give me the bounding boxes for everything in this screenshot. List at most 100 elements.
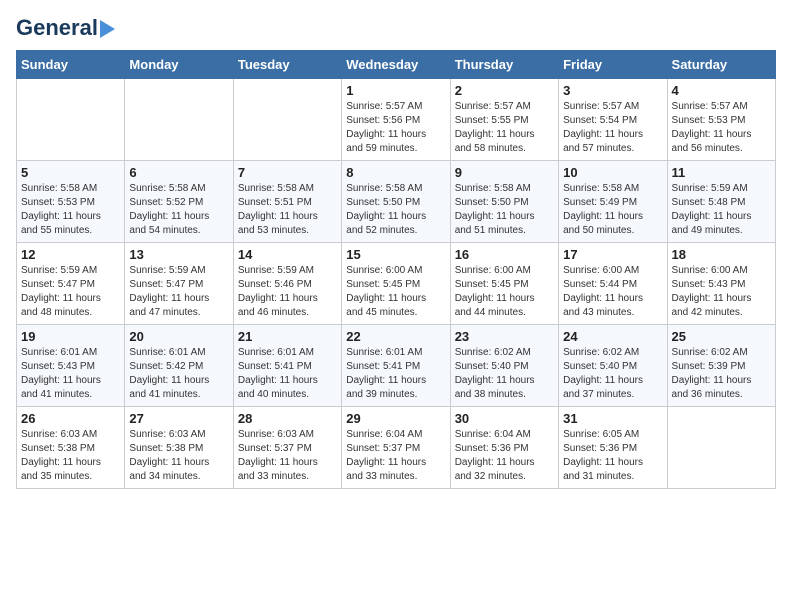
calendar-cell: 31Sunrise: 6:05 AM Sunset: 5:36 PM Dayli… <box>559 407 667 489</box>
day-number: 2 <box>455 83 554 98</box>
day-number: 21 <box>238 329 337 344</box>
day-number: 15 <box>346 247 445 262</box>
day-number: 26 <box>21 411 120 426</box>
calendar-cell: 14 Sunrise: 5:59 AM Sunset: 5:46 PM Dayli… <box>233 243 341 325</box>
day-info: Sunrise: 6:05 AM Sunset: 5:36 PM Dayligh… <box>563 428 662 484</box>
day-number: 28 <box>238 411 337 426</box>
day-info: Sunrise: 6:03 AM Sunset: 5:38 PM Dayligh… <box>21 428 120 484</box>
calendar-cell: 9Sunrise: 5:58 AM Sunset: 5:50 PM Daylig… <box>450 161 558 243</box>
calendar-cell: 10 Sunrise: 5:58 AM Sunset: 5:49 PM Dayli… <box>559 161 667 243</box>
calendar-cell: 23 Sunrise: 6:02 AM Sunset: 5:40 PM Dayli… <box>450 325 558 407</box>
calendar-cell: 27 Sunrise: 6:03 AM Sunset: 5:38 PM Dayli… <box>125 407 233 489</box>
calendar-week-row: 1Sunrise: 5:57 AM Sunset: 5:56 PM Daylig… <box>17 79 776 161</box>
day-number: 23 <box>455 329 554 344</box>
day-info: Sunrise: 5:57 AM Sunset: 5:55 PM Dayligh… <box>455 100 554 156</box>
day-info: Sunrise: 6:00 AM Sunset: 5:45 PM Dayligh… <box>346 264 445 320</box>
day-number: 25 <box>672 329 771 344</box>
calendar-cell <box>667 407 775 489</box>
day-info: Sunrise: 6:04 AM Sunset: 5:36 PM Dayligh… <box>455 428 554 484</box>
calendar-cell: 6Sunrise: 5:58 AM Sunset: 5:52 PM Daylig… <box>125 161 233 243</box>
calendar-cell <box>17 79 125 161</box>
calendar-week-row: 12 Sunrise: 5:59 AM Sunset: 5:47 PM Dayli… <box>17 243 776 325</box>
day-info: Sunrise: 6:02 AM Sunset: 5:40 PM Dayligh… <box>563 346 662 402</box>
calendar-cell: 11 Sunrise: 5:59 AM Sunset: 5:48 PM Dayli… <box>667 161 775 243</box>
day-info: Sunrise: 5:58 AM Sunset: 5:52 PM Dayligh… <box>129 182 228 238</box>
calendar-cell: 18 Sunrise: 6:00 AM Sunset: 5:43 PM Dayli… <box>667 243 775 325</box>
page-header: General <box>16 16 776 40</box>
calendar-cell: 16Sunrise: 6:00 AM Sunset: 5:45 PM Dayli… <box>450 243 558 325</box>
calendar-table: SundayMondayTuesdayWednesdayThursdayFrid… <box>16 50 776 489</box>
day-number: 30 <box>455 411 554 426</box>
day-info: Sunrise: 5:59 AM Sunset: 5:46 PM Dayligh… <box>238 264 337 320</box>
day-info: Sunrise: 6:00 AM Sunset: 5:43 PM Dayligh… <box>672 264 771 320</box>
day-number: 19 <box>21 329 120 344</box>
weekday-header: Friday <box>559 51 667 79</box>
weekday-header: Tuesday <box>233 51 341 79</box>
day-info: Sunrise: 5:58 AM Sunset: 5:50 PM Dayligh… <box>346 182 445 238</box>
calendar-cell: 8 Sunrise: 5:58 AM Sunset: 5:50 PM Daylig… <box>342 161 450 243</box>
day-info: Sunrise: 6:03 AM Sunset: 5:38 PM Dayligh… <box>129 428 228 484</box>
weekday-header: Monday <box>125 51 233 79</box>
calendar-cell: 21Sunrise: 6:01 AM Sunset: 5:41 PM Dayli… <box>233 325 341 407</box>
calendar-week-row: 26 Sunrise: 6:03 AM Sunset: 5:38 PM Dayli… <box>17 407 776 489</box>
day-info: Sunrise: 6:02 AM Sunset: 5:39 PM Dayligh… <box>672 346 771 402</box>
calendar-cell: 3 Sunrise: 5:57 AM Sunset: 5:54 PM Daylig… <box>559 79 667 161</box>
day-number: 17 <box>563 247 662 262</box>
day-info: Sunrise: 5:58 AM Sunset: 5:51 PM Dayligh… <box>238 182 337 238</box>
calendar-cell: 24 Sunrise: 6:02 AM Sunset: 5:40 PM Dayli… <box>559 325 667 407</box>
calendar-cell: 30 Sunrise: 6:04 AM Sunset: 5:36 PM Dayli… <box>450 407 558 489</box>
day-number: 18 <box>672 247 771 262</box>
calendar-cell: 1Sunrise: 5:57 AM Sunset: 5:56 PM Daylig… <box>342 79 450 161</box>
weekday-header: Sunday <box>17 51 125 79</box>
weekday-header: Saturday <box>667 51 775 79</box>
calendar-cell: 4 Sunrise: 5:57 AM Sunset: 5:53 PM Daylig… <box>667 79 775 161</box>
day-number: 27 <box>129 411 228 426</box>
calendar-cell <box>233 79 341 161</box>
day-number: 8 <box>346 165 445 180</box>
day-number: 12 <box>21 247 120 262</box>
calendar-cell: 7 Sunrise: 5:58 AM Sunset: 5:51 PM Daylig… <box>233 161 341 243</box>
day-info: Sunrise: 6:01 AM Sunset: 5:42 PM Dayligh… <box>129 346 228 402</box>
day-info: Sunrise: 5:57 AM Sunset: 5:54 PM Dayligh… <box>563 100 662 156</box>
day-number: 11 <box>672 165 771 180</box>
day-info: Sunrise: 5:57 AM Sunset: 5:56 PM Dayligh… <box>346 100 445 156</box>
day-info: Sunrise: 5:59 AM Sunset: 5:47 PM Dayligh… <box>129 264 228 320</box>
calendar-cell: 17 Sunrise: 6:00 AM Sunset: 5:44 PM Dayli… <box>559 243 667 325</box>
calendar-cell: 19 Sunrise: 6:01 AM Sunset: 5:43 PM Dayli… <box>17 325 125 407</box>
day-number: 5 <box>21 165 120 180</box>
calendar-cell: 13 Sunrise: 5:59 AM Sunset: 5:47 PM Dayli… <box>125 243 233 325</box>
day-number: 24 <box>563 329 662 344</box>
day-info: Sunrise: 6:02 AM Sunset: 5:40 PM Dayligh… <box>455 346 554 402</box>
day-number: 4 <box>672 83 771 98</box>
day-number: 10 <box>563 165 662 180</box>
calendar-header-row: SundayMondayTuesdayWednesdayThursdayFrid… <box>17 51 776 79</box>
calendar-cell: 15 Sunrise: 6:00 AM Sunset: 5:45 PM Dayli… <box>342 243 450 325</box>
day-info: Sunrise: 5:59 AM Sunset: 5:48 PM Dayligh… <box>672 182 771 238</box>
day-number: 13 <box>129 247 228 262</box>
day-number: 29 <box>346 411 445 426</box>
calendar-cell: 28Sunrise: 6:03 AM Sunset: 5:37 PM Dayli… <box>233 407 341 489</box>
calendar-cell <box>125 79 233 161</box>
day-number: 3 <box>563 83 662 98</box>
calendar-cell: 5Sunrise: 5:58 AM Sunset: 5:53 PM Daylig… <box>17 161 125 243</box>
calendar-cell: 29 Sunrise: 6:04 AM Sunset: 5:37 PM Dayli… <box>342 407 450 489</box>
weekday-header: Wednesday <box>342 51 450 79</box>
day-number: 7 <box>238 165 337 180</box>
calendar-cell: 2 Sunrise: 5:57 AM Sunset: 5:55 PM Daylig… <box>450 79 558 161</box>
calendar-week-row: 19 Sunrise: 6:01 AM Sunset: 5:43 PM Dayli… <box>17 325 776 407</box>
day-info: Sunrise: 6:01 AM Sunset: 5:41 PM Dayligh… <box>346 346 445 402</box>
day-number: 14 <box>238 247 337 262</box>
day-info: Sunrise: 5:57 AM Sunset: 5:53 PM Dayligh… <box>672 100 771 156</box>
day-info: Sunrise: 6:01 AM Sunset: 5:43 PM Dayligh… <box>21 346 120 402</box>
day-info: Sunrise: 5:59 AM Sunset: 5:47 PM Dayligh… <box>21 264 120 320</box>
day-info: Sunrise: 6:00 AM Sunset: 5:44 PM Dayligh… <box>563 264 662 320</box>
calendar-week-row: 5Sunrise: 5:58 AM Sunset: 5:53 PM Daylig… <box>17 161 776 243</box>
calendar-cell: 12 Sunrise: 5:59 AM Sunset: 5:47 PM Dayli… <box>17 243 125 325</box>
logo: General <box>16 16 117 40</box>
day-number: 20 <box>129 329 228 344</box>
calendar-cell: 26 Sunrise: 6:03 AM Sunset: 5:38 PM Dayli… <box>17 407 125 489</box>
weekday-header: Thursday <box>450 51 558 79</box>
day-info: Sunrise: 5:58 AM Sunset: 5:50 PM Dayligh… <box>455 182 554 238</box>
day-info: Sunrise: 6:04 AM Sunset: 5:37 PM Dayligh… <box>346 428 445 484</box>
day-info: Sunrise: 5:58 AM Sunset: 5:49 PM Dayligh… <box>563 182 662 238</box>
